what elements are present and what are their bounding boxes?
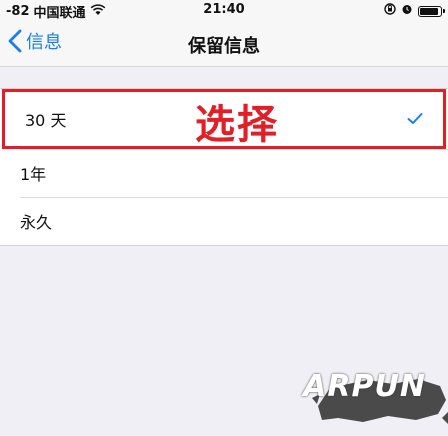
option-label: 30 天	[25, 111, 67, 130]
checkmark-icon	[407, 110, 423, 129]
status-right	[384, 3, 445, 19]
status-time: 21:40	[203, 2, 245, 17]
status-bar: -82 中国联通 21:40	[0, 0, 448, 21]
option-1-year[interactable]: 1年	[0, 149, 448, 197]
watermark: ARPUN	[303, 369, 448, 426]
select-annotation: 选择	[195, 102, 279, 148]
alarm-icon	[401, 3, 413, 19]
battery-icon	[418, 5, 445, 17]
screen: -82 中国联通 21:40 信息 保留信息 30 天 1年 永久 选择 ARP…	[0, 0, 448, 436]
option-label: 1年	[20, 165, 47, 184]
option-label: 永久	[20, 213, 53, 232]
orientation-lock-icon	[384, 3, 396, 19]
page-title: 保留信息	[188, 36, 260, 57]
watermark-text: ARPUN	[303, 369, 426, 404]
option-forever[interactable]: 永久	[0, 197, 448, 245]
nav-bar: 信息 保留信息	[0, 20, 448, 67]
